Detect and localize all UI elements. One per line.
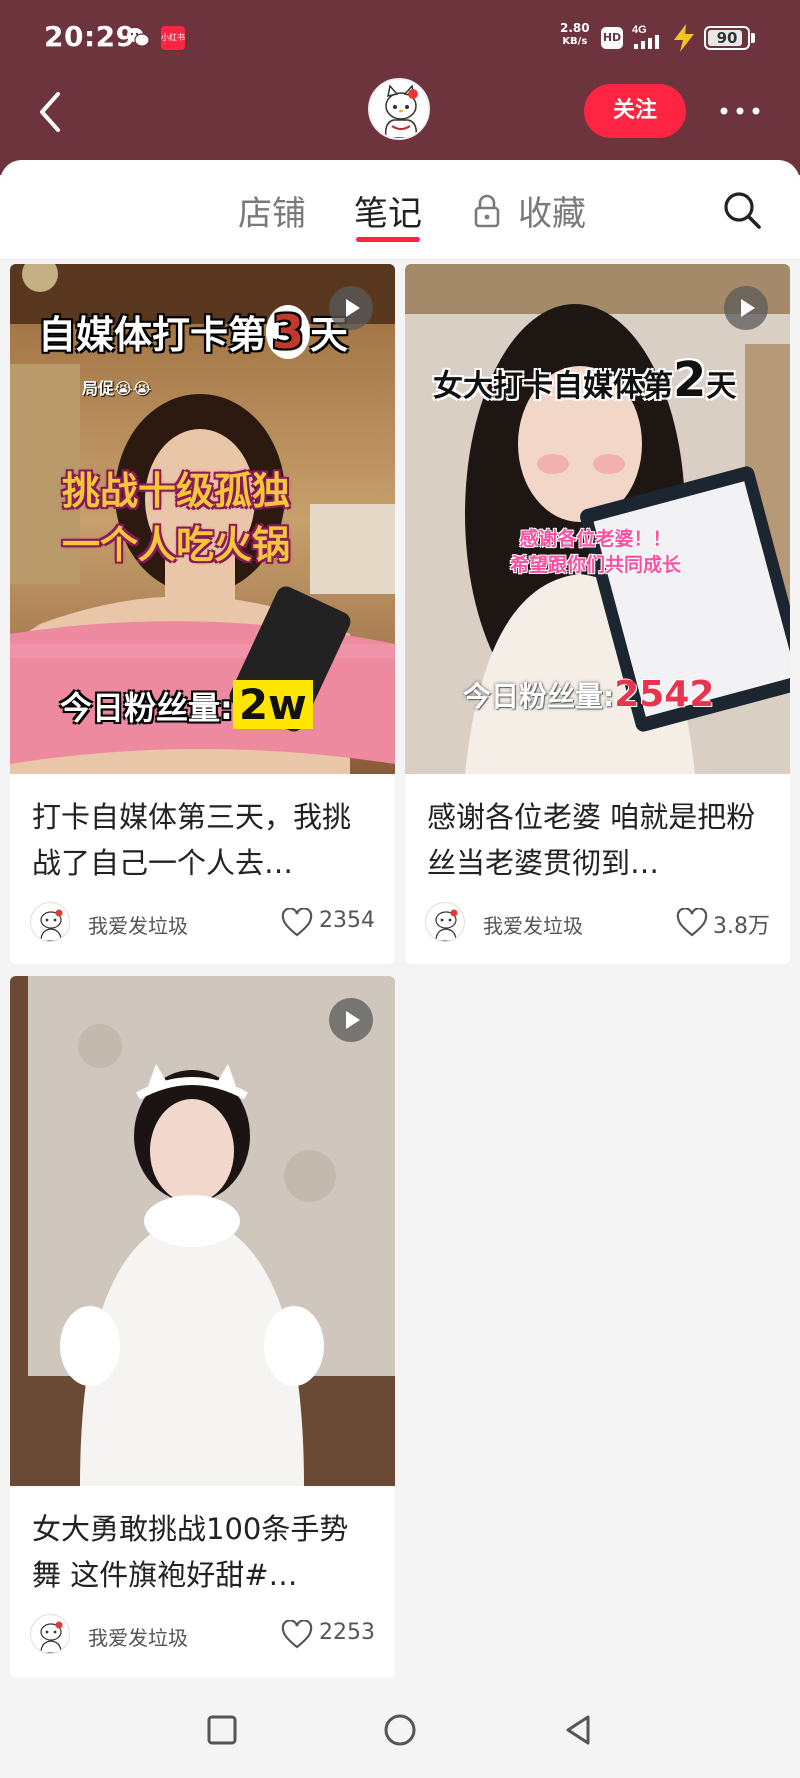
cover-overlay-headline: 感谢各位老婆！！ 希望跟你们共同成长 [510, 528, 682, 576]
cover-overlay-fans: 今日粉丝量: 2w [60, 680, 313, 729]
battery-text: 90 [716, 29, 738, 47]
battery-icon: 90 [704, 26, 750, 50]
tab-store[interactable]: 店铺 [238, 186, 306, 235]
like-count: 2253 [319, 1620, 375, 1645]
play-icon [724, 286, 768, 330]
note-cover-image[interactable]: 女大打卡自媒体第2天 感谢各位老婆！！ 希望跟你们共同成长 今日粉丝量:2542 [405, 264, 790, 774]
redbook-app-icon: 小红书 [161, 26, 185, 50]
author-name[interactable]: 我爱发垃圾 [483, 910, 583, 939]
heart-icon[interactable] [281, 1620, 313, 1650]
net-speed: 2.80 KB/s [560, 21, 590, 48]
signal-4g-icon: 4G [632, 24, 659, 49]
system-nav-bar [0, 1680, 800, 1778]
note-card[interactable]: 自媒体打卡第 3 天 局促😭😭 挑战十级孤独 一个人吃火锅 今日粉丝量: 2w 打卡自… [10, 264, 395, 964]
cover-overlay-title: 女大打卡自媒体第2天 [433, 352, 737, 408]
wechat-icon [127, 28, 150, 47]
svg-text:4G: 4G [632, 24, 647, 36]
lock-icon [474, 194, 500, 228]
more-options-icon[interactable] [716, 96, 764, 126]
cover-overlay-fans: 今日粉丝量:2542 [463, 674, 715, 715]
note-title[interactable]: 感谢各位老婆 咱就是把粉丝当老婆贯彻到… [427, 794, 767, 886]
profile-avatar[interactable] [368, 78, 430, 140]
note-footer: 我爱发垃圾 2354 [30, 900, 375, 944]
cover-overlay-headline: 挑战十级孤独 一个人吃火锅 [62, 469, 291, 567]
status-bar: 20:29 小红书 2.80 KB/s HD 4G 90 [0, 0, 800, 75]
heart-icon[interactable] [676, 908, 708, 938]
play-icon [329, 286, 373, 330]
tab-bar: 店铺 笔记 收藏 [0, 160, 800, 260]
note-card[interactable]: 女大打卡自媒体第2天 感谢各位老婆！！ 希望跟你们共同成长 今日粉丝量:2542… [405, 264, 790, 964]
battery-tip [751, 33, 755, 43]
back-button[interactable] [30, 86, 74, 138]
status-time: 20:29 [44, 20, 136, 53]
author-name[interactable]: 我爱发垃圾 [88, 910, 188, 939]
like-count: 3.8万 [713, 914, 770, 939]
cover-overlay-title: 自媒体打卡第 3 天 [38, 305, 349, 359]
hd-badge: HD [601, 27, 623, 49]
like-count: 2354 [319, 908, 375, 933]
cover-overlay-caption: 局促😭😭 [82, 379, 152, 398]
author-avatar[interactable] [30, 902, 70, 942]
home-button[interactable] [382, 1712, 418, 1748]
author-avatar[interactable] [425, 902, 465, 942]
note-title[interactable]: 女大勇敢挑战100条手势舞 这件旗袍好甜#… [32, 1506, 372, 1598]
heart-icon[interactable] [281, 908, 313, 938]
recent-apps-button[interactable] [204, 1712, 240, 1748]
tab-favorites[interactable]: 收藏 [518, 186, 586, 235]
profile-header: 20:29 小红书 2.80 KB/s HD 4G 90 关注 [0, 0, 800, 175]
follow-button[interactable]: 关注 [584, 84, 686, 138]
system-back-button[interactable] [560, 1712, 596, 1748]
author-name[interactable]: 我爱发垃圾 [88, 1622, 188, 1651]
tab-notes[interactable]: 笔记 [354, 186, 422, 235]
author-avatar[interactable] [30, 1614, 70, 1654]
note-cover-image[interactable]: 自媒体打卡第 3 天 局促😭😭 挑战十级孤独 一个人吃火锅 今日粉丝量: 2w [10, 264, 395, 774]
active-tab-indicator [356, 237, 420, 242]
note-title[interactable]: 打卡自媒体第三天，我挑战了自己一个人去… [32, 794, 372, 886]
note-footer: 我爱发垃圾 2253 [30, 1612, 375, 1656]
play-icon [329, 998, 373, 1042]
charging-icon [674, 24, 694, 52]
note-cover-image[interactable] [10, 976, 395, 1486]
search-icon[interactable] [722, 190, 762, 230]
note-card[interactable]: 女大勇敢挑战100条手势舞 这件旗袍好甜#… 我爱发垃圾 2253 [10, 976, 395, 1678]
note-footer: 我爱发垃圾 3.8万 [425, 900, 770, 944]
